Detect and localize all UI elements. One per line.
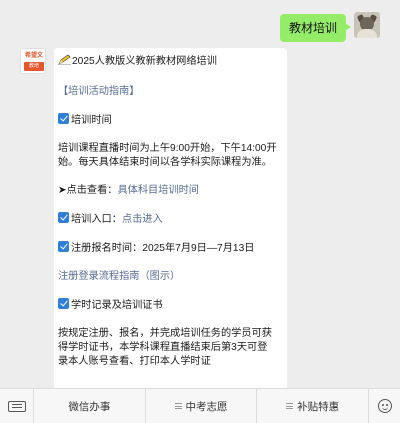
keyboard-toggle-button[interactable] xyxy=(0,388,34,423)
check-icon xyxy=(58,241,69,252)
emoji-button[interactable] xyxy=(368,388,400,423)
schedule-link[interactable]: 具体科目培训时间 xyxy=(117,185,199,196)
message-title: 2025人教版义教新教材网络培训 xyxy=(58,54,277,69)
message-title-text: 2025人教版义教新教材网络培训 xyxy=(72,56,217,67)
entry-label: 培训入口： xyxy=(71,214,122,225)
check-icon xyxy=(58,212,69,223)
official-account-avatar[interactable]: 希望文 教培 xyxy=(20,48,46,74)
time-heading-text: 培训时间 xyxy=(71,115,112,126)
check-icon xyxy=(58,113,69,124)
entry-paragraph: 培训入口：点击进入 xyxy=(58,212,277,227)
entry-link[interactable]: 点击进入 xyxy=(122,214,163,225)
avatar-badge: 教培 xyxy=(24,62,44,71)
menu-item-label: 补贴特惠 xyxy=(297,400,340,413)
outgoing-bubble[interactable]: 教材培训 xyxy=(279,14,352,42)
menu-item-label: 中考志愿 xyxy=(185,400,228,413)
time-text: 培训课程直播时间为上午9:00开始，下午14:00开始。每天具体结束时间以各学科… xyxy=(58,143,277,168)
register-text: 注册报名时间：2025年7月9日—7月13日 xyxy=(71,243,255,254)
check-icon xyxy=(58,298,69,309)
incoming-bubble: 2025人教版义教新教材网络培训 【培训活动指南】 培训时间 培训课程直播时间为… xyxy=(54,48,287,388)
menu-item-wechat-service[interactable]: 微信办事 xyxy=(34,389,145,423)
cert-text: 按规定注册、报名，并完成培训任务的学员可获得学时证书，本学科课程直播结束后第3天… xyxy=(58,328,272,367)
avatar-badge-label: 教培 xyxy=(28,63,39,69)
avatar-logo-text: 希望文 xyxy=(24,53,43,59)
submenu-icon xyxy=(174,403,182,409)
menu-item-label: 微信办事 xyxy=(68,400,111,413)
cert-heading-text: 学时记录及培训证书 xyxy=(71,300,163,311)
cert-heading: 学时记录及培训证书 xyxy=(58,298,277,313)
login-guide-link[interactable]: 注册登录流程指南（图示） xyxy=(58,271,180,282)
bottom-menu-bar: 微信办事 中考志愿 补贴特惠 xyxy=(0,388,400,423)
register-paragraph: 注册报名时间：2025年7月9日—7月13日 xyxy=(58,241,277,256)
click-paragraph: ➤点击查看：具体科目培训时间 xyxy=(58,184,277,198)
guide-link[interactable]: 【培训活动指南】 xyxy=(58,86,140,97)
keyboard-icon xyxy=(7,400,26,412)
menu-item-exam-choice[interactable]: 中考志愿 xyxy=(144,388,257,423)
submenu-icon xyxy=(286,403,294,409)
smiley-icon xyxy=(377,399,392,413)
click-prefix: ➤点击查看： xyxy=(58,185,118,196)
login-paragraph: 注册登录流程指南（图示） xyxy=(58,270,277,284)
chat-area: 教材培训 希望文 教培 2025人教版义教新教材网络培训 【培训活动指南】 培训… xyxy=(0,0,400,388)
outgoing-message: 教材培训 xyxy=(279,12,380,42)
user-avatar[interactable] xyxy=(354,12,380,38)
pencil-icon xyxy=(58,54,71,65)
guide-paragraph: 【培训活动指南】 xyxy=(58,85,277,99)
menu-item-subsidy[interactable]: 补贴特惠 xyxy=(256,388,368,423)
time-heading: 培训时间 xyxy=(58,113,277,128)
